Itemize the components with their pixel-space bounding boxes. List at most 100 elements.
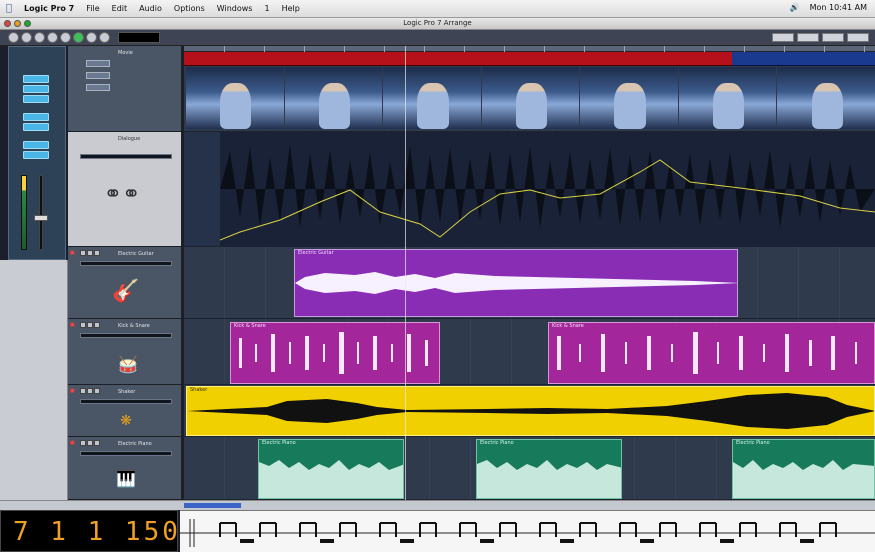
shaker-waveform xyxy=(187,393,874,429)
guitar-icon: 🎸 xyxy=(112,279,140,304)
mute-button[interactable] xyxy=(80,440,86,446)
track-lane-piano[interactable]: Electric Piano Electric Piano Electric P… xyxy=(184,437,875,500)
region-electric-piano-2[interactable]: Electric Piano xyxy=(476,439,622,499)
region-electric-piano-1[interactable]: Electric Piano xyxy=(258,439,404,499)
marker-region-blue[interactable] xyxy=(732,52,875,66)
video-option-button[interactable] xyxy=(86,60,110,67)
track-buttons xyxy=(80,322,100,328)
record-enable-button[interactable] xyxy=(94,322,100,328)
view-button[interactable] xyxy=(772,33,794,42)
menu-edit[interactable]: Edit xyxy=(106,4,134,13)
track-header-piano[interactable]: ■ Electric Piano 🎹 xyxy=(68,437,182,500)
view-button[interactable] xyxy=(847,33,869,42)
video-option-button[interactable] xyxy=(86,84,110,91)
view-button[interactable] xyxy=(797,33,819,42)
region-electric-piano-3[interactable]: Electric Piano xyxy=(732,439,875,499)
region-shaker[interactable]: Shaker xyxy=(186,386,875,436)
inspector-button[interactable] xyxy=(23,151,49,159)
window-title: Logic Pro 7 Arrange xyxy=(403,19,472,27)
menu-help[interactable]: Help xyxy=(276,4,306,13)
track-number: ■ xyxy=(70,440,75,446)
record-enable-button[interactable] xyxy=(94,388,100,394)
inspector-button[interactable] xyxy=(23,85,49,93)
menu-bar:  Logic Pro 7 File Edit Audio Options Wi… xyxy=(0,0,875,18)
record-enable-button[interactable] xyxy=(94,440,100,446)
region-kick-snare-2[interactable]: Kick & Snare xyxy=(548,322,875,384)
solo-button[interactable] xyxy=(87,322,93,328)
horizontal-scrollbar[interactable] xyxy=(0,500,875,510)
logic-pro-screen:  Logic Pro 7 File Edit Audio Options Wi… xyxy=(0,0,875,552)
menu-audio[interactable]: Audio xyxy=(133,4,168,13)
menu-file[interactable]: File xyxy=(80,4,105,13)
volume-fader-track[interactable] xyxy=(39,175,43,250)
track-name: Electric Guitar xyxy=(118,251,154,257)
pencil-tool-icon[interactable] xyxy=(21,32,32,43)
track-lane-guitar[interactable]: Electric Guitar xyxy=(184,247,875,319)
solo-button[interactable] xyxy=(87,440,93,446)
guitar-waveform xyxy=(295,272,737,294)
video-frame xyxy=(481,67,580,129)
region-electric-guitar[interactable]: Electric Guitar xyxy=(294,249,738,317)
score-editor[interactable] xyxy=(180,510,875,552)
menu-clock[interactable]: Mon 10:41 AM xyxy=(810,3,867,12)
track-header-shaker[interactable]: ■ Shaker ❋ xyxy=(68,385,182,437)
view-button[interactable] xyxy=(822,33,844,42)
track-lane-kick-snare[interactable]: Kick & Snare Kick & Snare xyxy=(184,319,875,385)
inspector-button[interactable] xyxy=(23,113,49,121)
menu-screenset[interactable]: 1 xyxy=(258,4,275,13)
menu-extras: 🔊 Mon 10:41 AM xyxy=(790,3,867,12)
track-volume-bar[interactable] xyxy=(80,399,172,404)
channel-inspector xyxy=(8,46,66,260)
rewind-icon[interactable] xyxy=(47,32,58,43)
mute-button[interactable] xyxy=(80,388,86,394)
track-lane-shaker[interactable]: Shaker xyxy=(184,385,875,437)
track-volume-bar[interactable] xyxy=(80,154,172,159)
track-volume-bar[interactable] xyxy=(80,451,172,456)
video-option-button[interactable] xyxy=(86,72,110,79)
track-name: Shaker xyxy=(118,389,136,395)
mute-button[interactable] xyxy=(80,250,86,256)
dialogue-waveform xyxy=(220,144,875,241)
inspector-button[interactable] xyxy=(23,95,49,103)
eraser-tool-icon[interactable] xyxy=(34,32,45,43)
piano-waveform xyxy=(733,460,874,498)
track-name: Movie xyxy=(118,50,133,56)
track-header-movie[interactable]: Movie xyxy=(68,46,182,132)
record-icon[interactable] xyxy=(99,32,110,43)
arrange-area[interactable]: Electric Guitar Kick & Snare Kick & Snar… xyxy=(184,66,875,500)
song-position-line[interactable] xyxy=(405,46,406,506)
track-header-kick-snare[interactable]: ■ Kick & Snare 🥁 xyxy=(68,319,182,385)
volume-fader-handle[interactable] xyxy=(34,215,48,221)
dialogue-region[interactable] xyxy=(220,132,875,247)
menu-app[interactable]: Logic Pro 7 xyxy=(18,4,80,13)
score-staff xyxy=(180,519,875,547)
inspector-button[interactable] xyxy=(23,75,49,83)
inspector-button[interactable] xyxy=(23,123,49,131)
inspector-button[interactable] xyxy=(23,141,49,149)
scroll-thumb[interactable] xyxy=(184,503,241,508)
track-volume-bar[interactable] xyxy=(80,333,172,338)
solo-button[interactable] xyxy=(87,250,93,256)
track-lane-dialogue[interactable] xyxy=(184,132,875,247)
track-lane-movie[interactable] xyxy=(184,66,875,132)
apple-menu-icon[interactable]:  xyxy=(0,3,18,14)
region-kick-snare[interactable]: Kick & Snare xyxy=(230,322,440,384)
track-number: ■ xyxy=(70,250,75,256)
menu-options[interactable]: Options xyxy=(168,4,211,13)
level-meter xyxy=(21,175,27,250)
track-number: ■ xyxy=(70,322,75,328)
position-display[interactable]: 7 1 1 150 xyxy=(13,517,181,547)
stop-icon[interactable] xyxy=(60,32,71,43)
pause-icon[interactable] xyxy=(86,32,97,43)
track-header-guitar[interactable]: ■ Electric Guitar 🎸 xyxy=(68,247,182,319)
marker-region-red[interactable] xyxy=(184,52,732,66)
record-enable-button[interactable] xyxy=(94,250,100,256)
volume-icon[interactable]: 🔊 xyxy=(790,3,800,12)
solo-button[interactable] xyxy=(87,388,93,394)
pointer-tool-icon[interactable] xyxy=(8,32,19,43)
track-header-dialogue[interactable]: Dialogue ⚭⚭ xyxy=(68,132,182,247)
play-icon[interactable] xyxy=(73,32,84,43)
track-volume-bar[interactable] xyxy=(80,261,172,266)
mute-button[interactable] xyxy=(80,322,86,328)
menu-windows[interactable]: Windows xyxy=(211,4,259,13)
